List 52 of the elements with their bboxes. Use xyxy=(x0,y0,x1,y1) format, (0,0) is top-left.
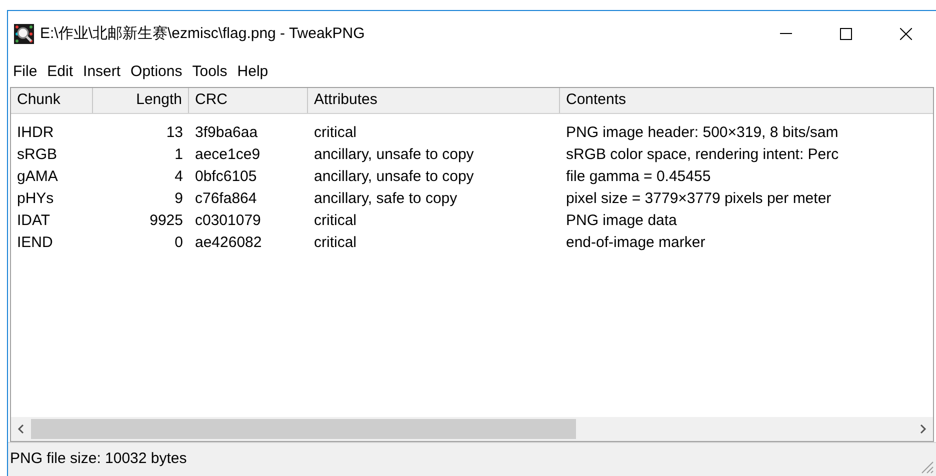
menu-item[interactable]: Tools xyxy=(187,60,232,84)
table-cell-text: gAMA xyxy=(16,166,59,187)
menu-item[interactable]: Help xyxy=(232,60,274,84)
resize-grip-icon xyxy=(920,460,934,474)
table-cell-text: ancillary, unsafe to copy xyxy=(313,144,475,165)
table-cell-text: 3f9ba6aa xyxy=(194,122,259,143)
table-cell-text: c0301079 xyxy=(194,210,262,231)
menu-item[interactable]: Edit xyxy=(42,60,78,84)
table-cell-text: 0bfc6105 xyxy=(194,166,258,187)
scroll-right-icon xyxy=(919,424,927,434)
table-cell-text: pHYs xyxy=(16,188,55,209)
table-cell-text: IEND xyxy=(16,232,54,253)
table-cell-text: 4 xyxy=(174,166,184,187)
status-text: PNG file size: 10032 bytes xyxy=(10,449,187,470)
table-cell-text: 0 xyxy=(174,232,184,253)
table-cell-text: 13 xyxy=(165,122,184,143)
table-cell-text: 9925 xyxy=(148,210,184,231)
close-icon xyxy=(900,28,912,40)
app-icon xyxy=(14,24,34,44)
table-cell-text: ancillary, safe to copy xyxy=(313,188,458,209)
table-cell-text: IDAT xyxy=(16,210,52,231)
table-cell-text: sRGB xyxy=(16,144,58,165)
table-cell-text: sRGB color space, rendering intent: Perc xyxy=(565,144,840,165)
column-header[interactable]: Attributes xyxy=(308,88,560,113)
table-cell-text: pixel size = 3779×3779 pixels per meter xyxy=(565,188,832,209)
table-cell-text: 9 xyxy=(174,188,184,209)
column-header[interactable]: Contents xyxy=(560,88,933,113)
table-cell-text: IHDR xyxy=(16,122,55,143)
horizontal-scrollbar[interactable] xyxy=(11,417,933,441)
menu-item[interactable]: Insert xyxy=(78,60,126,84)
column-header[interactable]: Length xyxy=(93,88,189,113)
menu-item[interactable]: Options xyxy=(126,60,188,84)
table-cell-text: critical xyxy=(313,210,358,231)
column-header[interactable]: CRC xyxy=(189,88,308,113)
table-cell-text: aece1ce9 xyxy=(194,144,262,165)
minimize-icon xyxy=(780,33,792,35)
table-cell-text: file gamma = 0.45455 xyxy=(565,166,712,187)
table-cell-text: PNG image data xyxy=(565,210,678,231)
table-cell-text: critical xyxy=(313,232,358,253)
table-cell-text: critical xyxy=(313,122,358,143)
table-cell-text: 1 xyxy=(174,144,184,165)
table-cell-text: PNG image header: 500×319, 8 bits/sam xyxy=(565,122,840,143)
table-cell-text: ae426082 xyxy=(194,232,263,253)
table-cell-text: c76fa864 xyxy=(194,188,258,209)
menu-item[interactable]: File xyxy=(8,60,42,84)
table-cell-text: end-of-image marker xyxy=(565,232,706,253)
column-header[interactable]: Chunk xyxy=(11,88,93,113)
scroll-left-icon xyxy=(17,424,25,434)
maximize-icon xyxy=(840,28,852,40)
scrollbar-thumb[interactable] xyxy=(31,419,576,439)
window-title: E:\作业\北邮新生赛\ezmisc\flag.png - TweakPNG xyxy=(40,24,365,44)
table-cell-text: ancillary, unsafe to copy xyxy=(313,166,475,187)
